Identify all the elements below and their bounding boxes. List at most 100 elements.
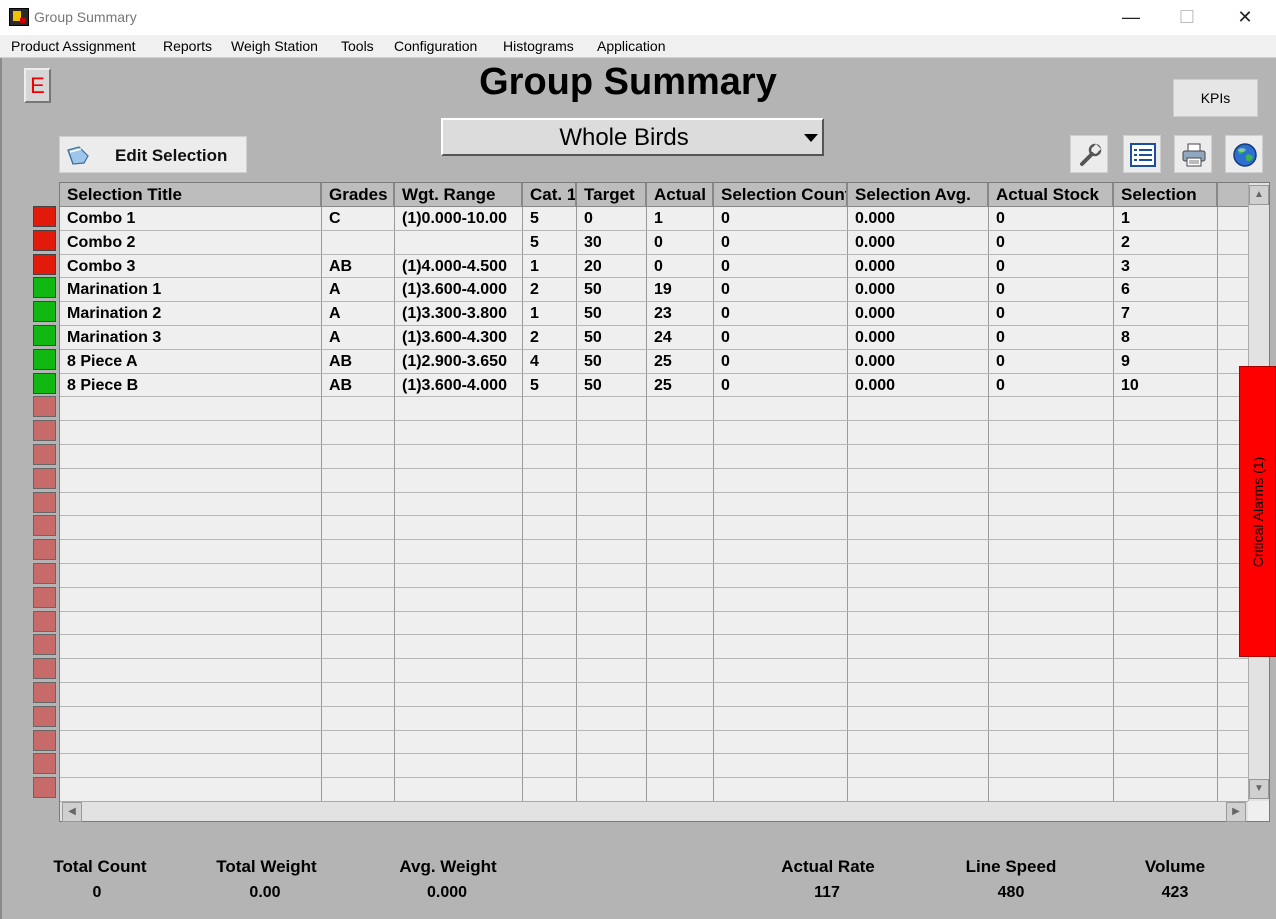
menu-configuration[interactable]: Configuration [394, 38, 477, 54]
table-row[interactable] [60, 659, 1248, 683]
table-row[interactable] [60, 754, 1248, 779]
maximize-button[interactable]: ☐ [1164, 0, 1210, 35]
row-status-indicator[interactable] [33, 253, 56, 275]
details-button[interactable] [1123, 135, 1161, 173]
settings-button[interactable] [1070, 135, 1108, 173]
table-cell: 0 [989, 373, 1114, 397]
row-status-indicator[interactable] [33, 420, 56, 442]
menu-application[interactable]: Application [597, 38, 666, 54]
table-cell [395, 492, 523, 516]
row-status-indicator[interactable] [33, 539, 56, 561]
table-cell: A [322, 278, 395, 302]
table-cell [523, 683, 577, 706]
product-group-dropdown[interactable]: Whole Birds [441, 118, 824, 156]
minimize-button[interactable]: — [1108, 0, 1154, 35]
edit-selection-button[interactable]: Edit Selection [59, 136, 247, 173]
critical-alarms-tab[interactable]: Critical Alarms (1) [1239, 366, 1276, 657]
menu-tools[interactable]: Tools [341, 38, 374, 54]
table-row[interactable] [60, 421, 1248, 445]
column-header[interactable]: Selection Title [60, 183, 322, 207]
table-row[interactable] [60, 564, 1248, 588]
row-status-indicator[interactable] [33, 467, 56, 489]
table-row[interactable]: Marination 2 A (1)3.300-3.800 1 50 23 0 0.000 0 7 [60, 302, 1248, 326]
table-row[interactable]: Marination 3 A (1)3.600-4.300 2 50 24 0 0.000 0 8 [60, 326, 1248, 350]
column-header[interactable]: Actual [647, 183, 714, 207]
row-status-indicator[interactable] [33, 705, 56, 727]
row-status-indicator[interactable] [33, 610, 56, 632]
print-button[interactable] [1174, 135, 1212, 173]
column-header[interactable]: Target [577, 183, 647, 207]
table-cell [1114, 516, 1218, 540]
table-row[interactable] [60, 445, 1248, 469]
table-row[interactable] [60, 730, 1248, 755]
table-row[interactable]: Marination 1 A (1)3.600-4.000 2 50 19 0 0.000 0 6 [60, 278, 1248, 303]
scroll-down-icon[interactable]: ▼ [1249, 779, 1269, 799]
table-row[interactable]: 8 Piece B AB (1)3.600-4.000 5 50 25 0 0.000 0 10 [60, 373, 1248, 398]
menu-histograms[interactable]: Histograms [503, 38, 574, 54]
table-cell: 1 [523, 254, 577, 278]
scroll-up-icon[interactable]: ▲ [1249, 185, 1269, 205]
column-header[interactable]: Wgt. Range [395, 183, 523, 207]
row-status-indicator[interactable] [33, 325, 56, 346]
row-status-indicator[interactable] [33, 563, 56, 584]
column-header[interactable]: Selection Count [714, 183, 848, 207]
table-row[interactable] [60, 492, 1248, 517]
row-status-indicator[interactable] [33, 682, 56, 703]
row-status-indicator[interactable] [33, 586, 56, 608]
row-status-indicator[interactable] [33, 491, 56, 513]
row-status-indicator[interactable] [33, 515, 56, 537]
table-row[interactable] [60, 635, 1248, 660]
menu-reports[interactable]: Reports [163, 38, 212, 54]
network-button[interactable] [1225, 135, 1263, 173]
row-status-indicator[interactable] [33, 229, 56, 251]
horizontal-scrollbar[interactable]: ◀ ▶ [60, 801, 1248, 822]
column-header[interactable]: Actual Stock [989, 183, 1114, 207]
row-status-indicator[interactable] [33, 348, 56, 370]
row-status-indicator[interactable] [33, 658, 56, 680]
table-row[interactable]: Combo 1 C (1)0.000-10.00 5 0 1 0 0.000 0 1 [60, 207, 1248, 231]
kpis-button[interactable]: KPIs [1173, 79, 1258, 117]
table-row[interactable] [60, 468, 1248, 493]
table-cell: 5 [523, 230, 577, 254]
table-cell: 0.000 [848, 278, 989, 302]
table-row[interactable] [60, 706, 1248, 731]
table-row[interactable] [60, 587, 1248, 612]
table-cell: 0 [989, 349, 1114, 373]
row-status-indicator[interactable] [33, 777, 56, 799]
table-row[interactable] [60, 397, 1248, 422]
column-header[interactable]: Selection Avg. [848, 183, 989, 207]
table-row[interactable] [60, 778, 1248, 801]
table-cell [322, 397, 395, 421]
menu-product-assignment[interactable]: Product Assignment [11, 38, 136, 54]
scroll-left-icon[interactable]: ◀ [62, 802, 82, 822]
close-button[interactable]: ✕ [1222, 0, 1268, 35]
table-row[interactable]: Combo 2 5 30 0 0 0.000 0 2 [60, 230, 1248, 255]
row-status-indicator[interactable] [33, 277, 56, 299]
row-status-indicator[interactable] [33, 396, 56, 418]
column-header[interactable]: Cat. 1 [523, 183, 577, 207]
table-row[interactable] [60, 516, 1248, 541]
table-cell [1114, 754, 1218, 778]
table-row[interactable] [60, 611, 1248, 636]
menu-weigh-station[interactable]: Weigh Station [231, 38, 318, 54]
row-status-indicator[interactable] [33, 372, 56, 394]
table-cell [848, 564, 989, 587]
row-status-indicator[interactable] [33, 729, 56, 751]
row-status-indicator[interactable] [33, 753, 56, 775]
column-header[interactable]: Selection [1114, 183, 1218, 207]
table-cell [1114, 587, 1218, 611]
scroll-right-icon[interactable]: ▶ [1226, 802, 1246, 822]
table-row[interactable] [60, 683, 1248, 707]
app-icon [9, 8, 29, 26]
column-header[interactable]: Grades [322, 183, 395, 207]
row-status-indicator[interactable] [33, 206, 56, 227]
table-row[interactable]: 8 Piece A AB (1)2.900-3.650 4 50 25 0 0.000 0 9 [60, 349, 1248, 374]
row-status-indicator[interactable] [33, 444, 56, 465]
row-status-indicator[interactable] [33, 301, 56, 323]
page-title: Group Summary [479, 61, 777, 103]
chevron-down-icon[interactable] [804, 134, 818, 142]
table-cell [577, 445, 647, 468]
table-row[interactable]: Combo 3 AB (1)4.000-4.500 1 20 0 0 0.000 0 3 [60, 254, 1248, 279]
row-status-indicator[interactable] [33, 634, 56, 656]
table-row[interactable] [60, 540, 1248, 564]
